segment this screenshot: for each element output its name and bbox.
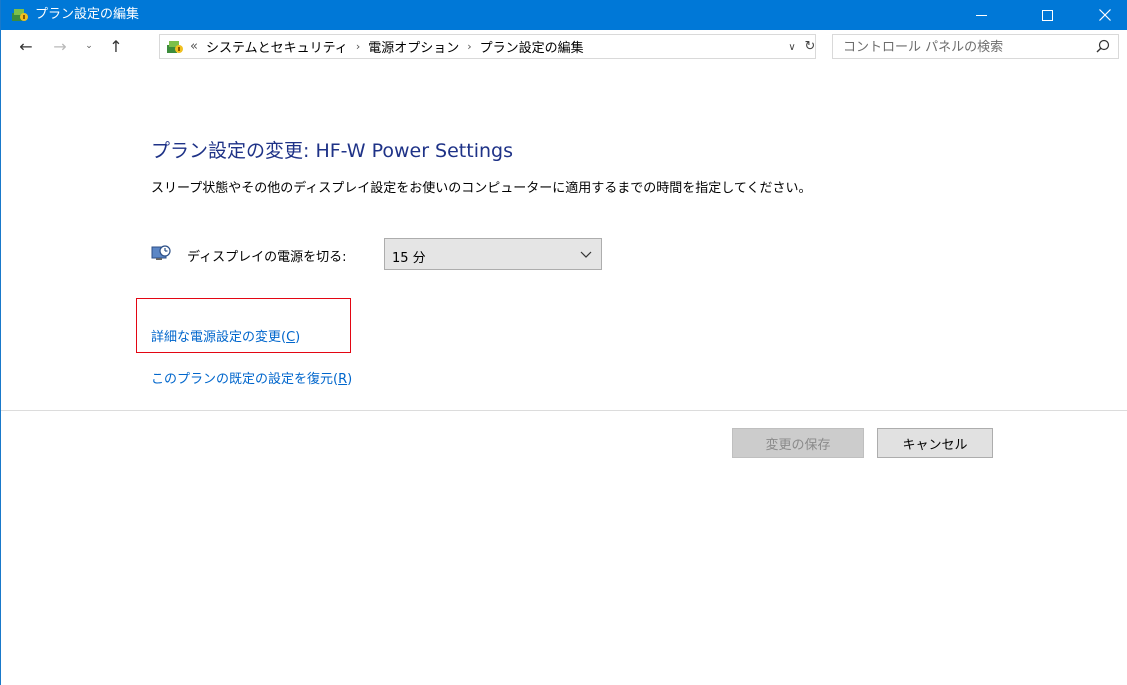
forward-button[interactable]: → (49, 34, 71, 58)
title-bar: プラン設定の編集 (1, 0, 1127, 30)
monitor-clock-icon (151, 244, 171, 262)
breadcrumb-system-security[interactable]: システムとセキュリティ (206, 37, 348, 56)
arrow-left-icon: ← (19, 36, 33, 56)
edit-plan-settings-window: プラン設定の編集 ← → ⌄ ↑ « システムとセキュリティ › 電源オプション… (0, 0, 1127, 685)
display-off-select[interactable]: 15 分 (384, 238, 602, 270)
divider (1, 410, 1127, 411)
display-off-label: ディスプレイの電源を切る: (187, 250, 347, 265)
link-advanced-accesskey: C (286, 330, 296, 345)
chevron-down-icon: ∨ (788, 41, 796, 53)
display-off-setting: ディスプレイの電源を切る: 15 分 (151, 238, 611, 270)
back-button[interactable]: ← (15, 34, 37, 58)
arrow-up-icon: ↑ (109, 36, 123, 56)
window-title: プラン設定の編集 (35, 7, 140, 22)
minimize-icon (975, 14, 987, 16)
page-description: スリープ状態やその他のディスプレイ設定をお使いのコンピューターに適用するまでの時… (151, 181, 812, 196)
maximize-icon (1041, 9, 1053, 21)
save-changes-button[interactable]: 変更の保存 (732, 428, 864, 458)
address-history-button[interactable]: ∨ (784, 37, 800, 57)
maximize-button[interactable] (1024, 0, 1070, 30)
breadcrumb-overflow[interactable]: « (190, 39, 198, 54)
refresh-button[interactable]: ↻ (801, 34, 819, 58)
address-bar[interactable]: « システムとセキュリティ › 電源オプション › プラン設定の編集 ∨ (159, 34, 816, 59)
search-input[interactable] (843, 38, 1083, 56)
link-advanced-text: 詳細な電源設定の変更( (151, 330, 287, 345)
restore-default-settings-link[interactable]: このプランの既定の設定を復元(R) (151, 368, 352, 387)
display-off-value: 15 分 (392, 251, 426, 266)
chevron-down-icon: ⌄ (85, 41, 93, 51)
link-restore-accesskey: R (338, 372, 348, 387)
link-advanced-close: ) (295, 330, 301, 345)
main-content: プラン設定の変更: HF-W Power Settings スリープ状態やその他… (1, 62, 1127, 685)
breadcrumb-power-options[interactable]: 電源オプション (368, 37, 459, 56)
close-button[interactable] (1082, 0, 1127, 30)
breadcrumb-separator-icon[interactable]: › (467, 40, 471, 53)
arrow-right-icon: → (53, 36, 67, 56)
up-button[interactable]: ↑ (105, 34, 127, 58)
search-box[interactable] (832, 34, 1119, 59)
minimize-button[interactable] (958, 0, 1004, 30)
breadcrumb: « システムとセキュリティ › 電源オプション › プラン設定の編集 (190, 35, 584, 58)
cancel-button[interactable]: キャンセル (877, 428, 993, 458)
link-restore-text: このプランの既定の設定を復元( (151, 372, 339, 387)
change-advanced-power-settings-link[interactable]: 詳細な電源設定の変更(C) (151, 326, 300, 345)
close-icon (1099, 9, 1111, 21)
control-panel-icon (166, 38, 184, 56)
chevron-down-icon (580, 248, 592, 260)
refresh-icon: ↻ (804, 38, 816, 54)
control-panel-icon (11, 6, 29, 24)
navigation-bar: ← → ⌄ ↑ « システムとセキュリティ › 電源オプション › プラン設定の… (1, 30, 1127, 62)
link-restore-close: ) (347, 372, 353, 387)
breadcrumb-separator-icon[interactable]: › (356, 40, 360, 53)
page-title: プラン設定の変更: HF-W Power Settings (151, 140, 513, 162)
recent-locations-button[interactable]: ⌄ (81, 34, 97, 58)
breadcrumb-edit-plan[interactable]: プラン設定の編集 (480, 37, 584, 56)
search-icon[interactable] (1095, 38, 1111, 56)
